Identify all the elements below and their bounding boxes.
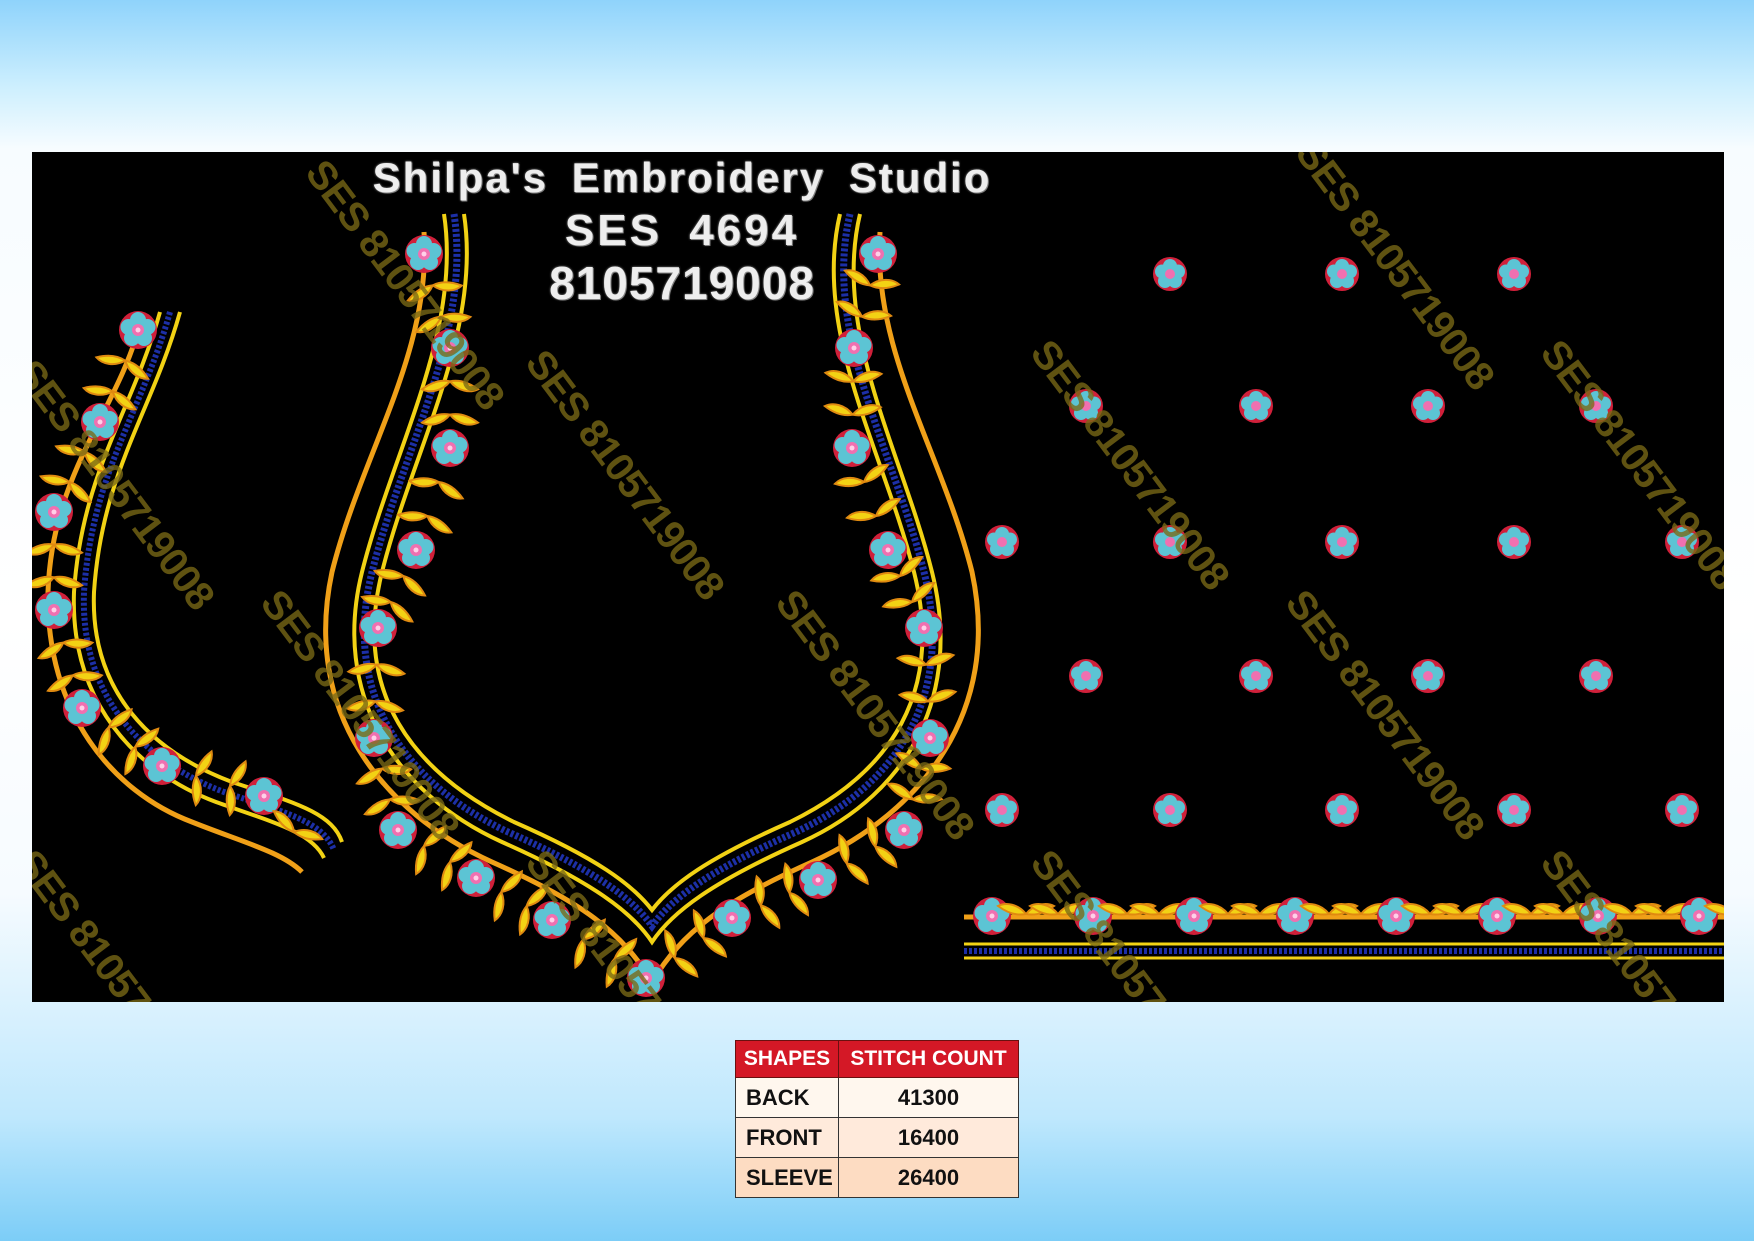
studio-name: Shilpa's Embroidery Studio: [372, 154, 992, 201]
flower-motif: [431, 429, 469, 467]
stitch-count-table: SHAPES STITCH COUNT BACK 41300 FRONT 164…: [735, 1040, 1019, 1198]
flower-motif: [869, 531, 907, 569]
flower-motif: [885, 811, 923, 849]
flower-motif: [1478, 897, 1516, 935]
leaf-motif: [396, 505, 456, 536]
butta-motif: [985, 793, 1019, 827]
butta-motif: [1325, 525, 1359, 559]
butta-motif: [1665, 793, 1699, 827]
flower-motif: [457, 859, 495, 897]
stitch-count: 16400: [838, 1117, 1019, 1158]
butta-motif: [1411, 659, 1445, 693]
shape-name: BACK: [735, 1077, 839, 1118]
butta-motif: [1239, 389, 1273, 423]
butta-motif: [1153, 793, 1187, 827]
design-code: SES 4694: [564, 206, 800, 255]
butta-motif: [1325, 793, 1359, 827]
butta-motif: [1325, 257, 1359, 291]
column-header-shapes: SHAPES: [735, 1040, 839, 1078]
leaf-motif: [44, 666, 104, 694]
flower-motif: [35, 591, 73, 629]
stitch-count: 26400: [838, 1157, 1019, 1198]
butta-motif: [1497, 525, 1531, 559]
flower-motif: [35, 493, 73, 531]
flower-motif: [359, 609, 397, 647]
leaf-motif: [824, 369, 883, 384]
butta-motif: [1411, 389, 1445, 423]
butta-motif: [1069, 659, 1103, 693]
flower-motif: [799, 861, 837, 899]
flower-motif: [397, 531, 435, 569]
table-row: BACK 41300: [735, 1077, 1019, 1118]
flower-motif: [143, 747, 181, 785]
flower-motif: [63, 689, 101, 727]
leaf-motif: [823, 403, 882, 417]
leaf-motif: [896, 652, 955, 668]
embroidery-design-panel: Shilpa's Embroidery Studio SES 4694 8105…: [32, 152, 1724, 1002]
butta-motif: [1497, 257, 1531, 291]
stitch-count: 41300: [838, 1077, 1019, 1118]
butta-motif: [1239, 659, 1273, 693]
leaf-motif: [32, 543, 83, 556]
flower-motif: [713, 899, 751, 937]
table-row: SLEEVE 26400: [735, 1157, 1019, 1198]
flower-motif: [1276, 897, 1314, 935]
flower-motif: [973, 897, 1011, 935]
column-header-stitch-count: STITCH COUNT: [838, 1040, 1019, 1078]
flower-motif: [1175, 897, 1213, 935]
leaf-motif: [407, 471, 467, 502]
shape-name: SLEEVE: [735, 1157, 839, 1198]
flower-motif: [833, 429, 871, 467]
leaf-motif: [421, 413, 479, 426]
flower-motif: [245, 777, 283, 815]
flower-motif: [119, 311, 157, 349]
table-header-row: SHAPES STITCH COUNT: [735, 1040, 1019, 1078]
butta-motif: [1153, 257, 1187, 291]
flower-motif: [905, 609, 943, 647]
butta-motif: [1579, 659, 1613, 693]
flower-motif: [1680, 897, 1718, 935]
table-row: FRONT 16400: [735, 1117, 1019, 1158]
flower-motif: [835, 329, 873, 367]
flower-motif: [1377, 897, 1415, 935]
shape-name: FRONT: [735, 1117, 839, 1158]
butta-motif: [985, 525, 1019, 559]
butta-motif: [1497, 793, 1531, 827]
